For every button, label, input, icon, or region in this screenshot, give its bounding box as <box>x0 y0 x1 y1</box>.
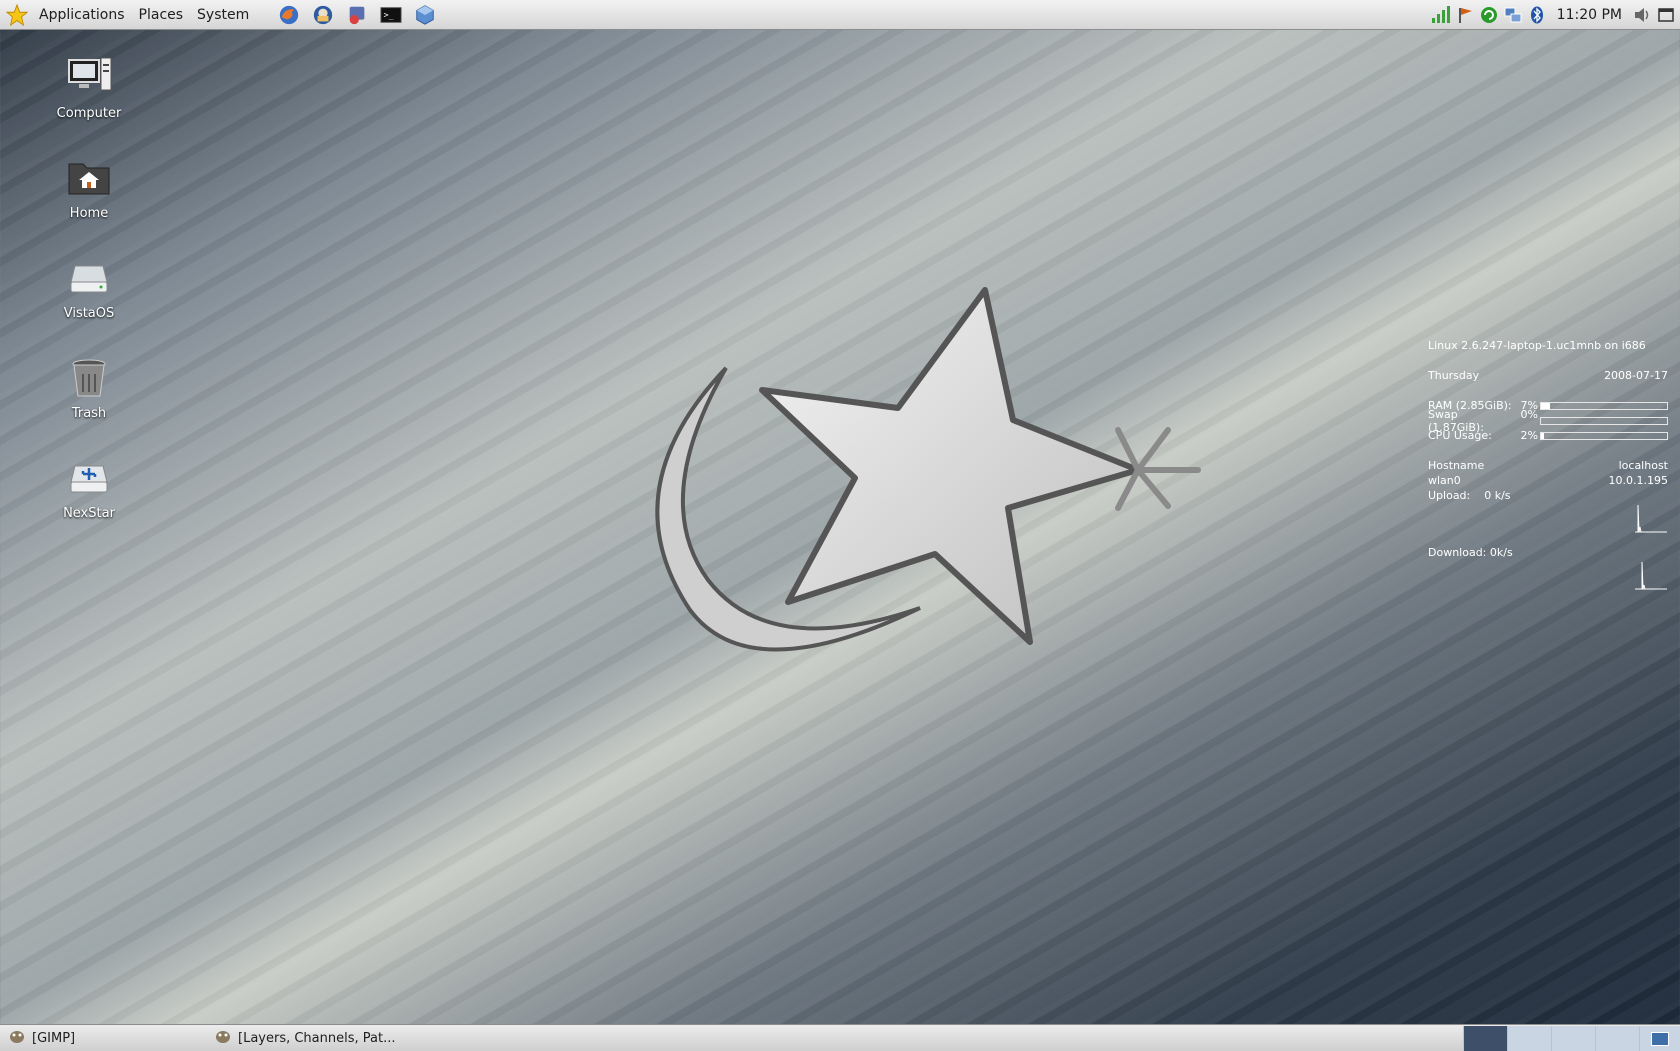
hostname-row: Hostname localhost <box>1428 458 1668 473</box>
workspace-1[interactable] <box>1463 1026 1507 1051</box>
hostname-value: localhost <box>1618 459 1668 472</box>
thunderbird-icon[interactable] <box>311 3 335 27</box>
ip-value: 10.0.1.195 <box>1608 474 1668 487</box>
terminal-icon[interactable]: >_ <box>379 3 403 27</box>
bottom-panel: [GIMP] [Layers, Channels, Pat... <box>0 1024 1680 1051</box>
firefox-icon[interactable] <box>277 3 301 27</box>
taskbar-button-gimp[interactable]: [GIMP] <box>0 1027 206 1049</box>
home-folder-icon <box>65 154 113 202</box>
download-text: Download: 0k/s <box>1428 546 1513 559</box>
hostname-label: Hostname <box>1428 459 1485 472</box>
cpu-bar-fill <box>1541 432 1544 439</box>
download-graph <box>1428 560 1668 602</box>
desktop-icon-home[interactable]: Home <box>44 154 134 221</box>
desktop-icon-nexstar[interactable]: NexStar <box>44 454 134 521</box>
clock[interactable]: 11:20 PM <box>1551 7 1628 23</box>
download-row: Download: 0k/s <box>1428 545 1668 560</box>
usb-drive-icon <box>65 454 113 502</box>
cpu-label: CPU Usage: <box>1428 429 1492 442</box>
window-thumbnail-icon <box>1651 1031 1669 1046</box>
swap-row: Swap (1.87GiB): 0% <box>1428 408 1668 434</box>
workspace-2[interactable] <box>1507 1026 1551 1051</box>
wallpaper-star-logo <box>655 287 1201 652</box>
cpu-bar <box>1540 431 1668 440</box>
date-row: Thursday 2008-07-17 <box>1428 368 1668 383</box>
system-menu[interactable]: System <box>190 0 256 29</box>
kernel-line: Linux 2.6.247-laptop-1.uc1mnb on i686 <box>1428 338 1668 353</box>
taskbar-label: [Layers, Channels, Pat... <box>238 1030 396 1046</box>
system-tray: 11:20 PM <box>1431 0 1680 29</box>
desktop-icon-computer[interactable]: Computer <box>44 54 134 121</box>
gimp-icon <box>214 1028 232 1048</box>
upload-row: Upload: 0 k/s <box>1428 488 1668 503</box>
volume-icon[interactable] <box>1632 5 1652 25</box>
upload-graph <box>1428 503 1668 545</box>
desktop-icon-label: Home <box>69 206 109 221</box>
desktop-icon-label: Computer <box>56 106 122 121</box>
date-text: 2008-07-17 <box>1604 369 1668 382</box>
applications-menu[interactable]: Applications <box>32 0 132 29</box>
places-menu[interactable]: Places <box>132 0 191 29</box>
svg-text:>_: >_ <box>384 9 394 19</box>
taskbar-button-layers[interactable]: [Layers, Channels, Pat... <box>206 1027 422 1049</box>
workspace-5[interactable] <box>1639 1026 1680 1051</box>
bluetooth-icon[interactable] <box>1527 5 1547 25</box>
main-menu-star-icon[interactable] <box>5 3 29 27</box>
taskbar-label: [GIMP] <box>32 1030 76 1046</box>
day-text: Thursday <box>1428 369 1480 382</box>
cpu-row: CPU Usage: 2% <box>1428 428 1668 443</box>
desktop-icon-label: VistaOS <box>63 306 115 321</box>
wlan-row: wlan0 10.0.1.195 <box>1428 473 1668 488</box>
network-icon[interactable] <box>1503 5 1523 25</box>
desktop-icon-label: NexStar <box>63 506 115 521</box>
upload-text: Upload: 0 k/s <box>1428 489 1511 502</box>
pidgin-icon[interactable] <box>345 3 369 27</box>
desktop-icon-label: Trash <box>71 406 107 421</box>
ram-bar <box>1540 401 1668 410</box>
iface-label: wlan0 <box>1428 474 1461 487</box>
cpu-percent: 2% <box>1520 429 1538 442</box>
ram-bar-fill <box>1541 402 1550 409</box>
virtualbox-icon[interactable] <box>413 3 437 27</box>
computer-icon <box>65 54 113 102</box>
workspace-4[interactable] <box>1595 1026 1639 1051</box>
trash-icon <box>65 354 113 402</box>
gimp-icon <box>8 1028 26 1048</box>
desktop-icon-trash[interactable]: Trash <box>44 354 134 421</box>
kernel-text: Linux 2.6.247-laptop-1.uc1mnb on i686 <box>1428 339 1646 352</box>
workspace-3[interactable] <box>1551 1026 1595 1051</box>
flag-icon[interactable] <box>1455 5 1475 25</box>
top-panel: Applications Places System >_ 11:20 PM <box>0 0 1680 30</box>
swap-bar <box>1540 416 1668 425</box>
desktop-icon-vistaos[interactable]: VistaOS <box>44 254 134 321</box>
show-desktop-icon[interactable] <box>1656 5 1676 25</box>
signal-strength-icon[interactable] <box>1431 5 1451 25</box>
conky-monitor: Linux 2.6.247-laptop-1.uc1mnb on i686 Th… <box>1428 338 1668 602</box>
workspace-switcher <box>1463 1026 1680 1051</box>
update-icon[interactable] <box>1479 5 1499 25</box>
drive-icon <box>65 254 113 302</box>
